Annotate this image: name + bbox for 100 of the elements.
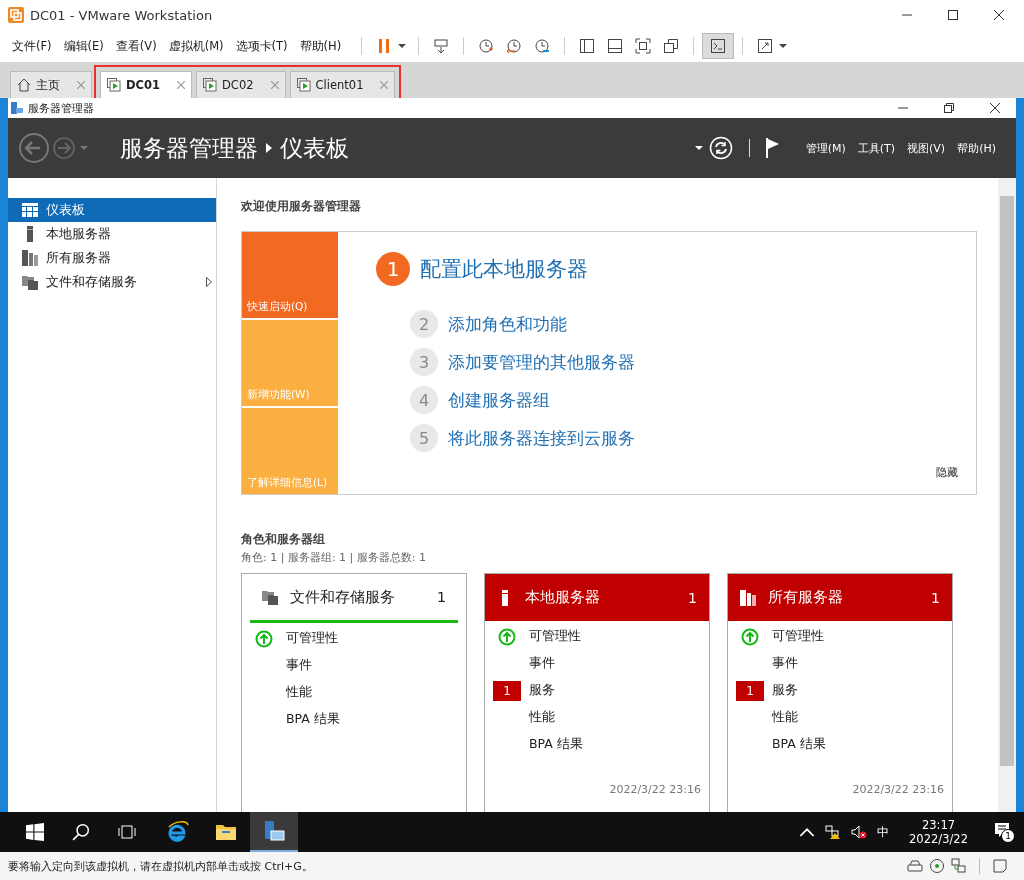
send-keys-icon[interactable] [433,38,450,54]
card-row-label[interactable]: BPA 结果 [529,736,583,753]
tab[interactable]: DC01 [100,71,192,98]
card-row-label[interactable]: 可管理性 [529,628,581,645]
disc-icon[interactable] [929,858,945,874]
caret-icon[interactable] [779,44,788,48]
step-link[interactable]: 创建服务器组 [448,388,550,412]
flag-icon[interactable] [765,138,780,158]
step-number: 4 [410,386,438,414]
card-row-label[interactable]: 服务 [529,682,555,699]
close-icon[interactable] [994,10,1004,20]
card-count: 1 [688,589,697,606]
sidebar-item[interactable]: 文件和存储服务 [8,270,216,294]
console-icon [710,38,727,54]
tab[interactable]: DC02 [196,71,286,98]
hide-link[interactable]: 隐藏 [936,465,958,480]
step-link[interactable]: 添加要管理的其他服务器 [448,350,635,374]
clock-date[interactable]: 2022/3/22 [909,832,968,846]
step-number: 5 [410,424,438,452]
breadcrumb-arrow-icon [266,143,272,153]
app-logo-icon [8,7,24,23]
card-row-label[interactable]: 可管理性 [286,630,338,647]
sidebar-item[interactable]: 仪表板 [8,198,216,222]
home-icon [17,78,31,92]
card-row-label[interactable]: BPA 结果 [772,736,826,753]
input-method-indicator[interactable]: 中 [877,823,890,841]
back-icon[interactable] [18,132,50,164]
card-count: 1 [437,589,446,605]
card-row-label[interactable]: 性能 [286,684,312,701]
clock-time[interactable]: 23:17 [921,818,956,832]
card-title[interactable]: 文件和存储服务 [290,587,395,607]
thumbnail-view-icon[interactable] [607,38,624,54]
task-view-icon[interactable] [118,823,136,841]
hard-disk-icon[interactable] [907,858,923,874]
role-card[interactable]: 所有服务器 1 可管理性 事件 1 服务 性能 BPA 结果 2022/3/22 23:16 [727,573,953,812]
menu-item[interactable]: 查看(V) [115,38,157,54]
caret-icon[interactable] [694,146,703,150]
menu-item[interactable]: 选项卡(T) [235,38,288,54]
card-row-label[interactable]: BPA 结果 [286,711,340,728]
role-card[interactable]: 本地服务器 1 可管理性 事件 1 服务 性能 BPA 结果 2022/3/22 23:16 [484,573,710,812]
card-title[interactable]: 本地服务器 [525,588,600,607]
card-row-label[interactable]: 性能 [772,709,798,726]
menu-item[interactable]: 虚拟机(M) [168,38,224,54]
sidebar-view-icon[interactable] [579,38,596,54]
alert-count-badge[interactable]: 1 [493,680,521,701]
sidebar-item[interactable]: 所有服务器 [8,246,216,270]
server-manager-icon [10,101,24,115]
network-warning-icon[interactable] [825,824,842,840]
search-icon[interactable] [72,823,90,841]
speaker-muted-icon[interactable] [851,824,868,840]
maximize-icon[interactable] [948,10,958,20]
sidebar-item[interactable]: 本地服务器 [8,222,216,246]
tab-label: 主页 [36,77,60,93]
card-row-label[interactable]: 服务 [772,682,798,699]
menu-item[interactable]: 视图(V) [907,140,946,156]
card-row-label[interactable]: 事件 [772,655,798,672]
stretch-icon[interactable] [757,38,774,54]
step-number: 3 [410,348,438,376]
server-manager-icon [262,819,286,843]
menu-item[interactable]: 帮助(H) [957,140,996,156]
tab[interactable]: 主页 [10,71,92,98]
card-row-label[interactable]: 性能 [529,709,555,726]
full-screen-icon[interactable] [635,38,652,54]
revert-snapshot-icon[interactable] [506,38,523,54]
message-icon[interactable] [992,858,1008,874]
scrollbar[interactable] [998,178,1016,812]
caret-icon[interactable] [398,44,407,48]
step-number: 2 [410,310,438,338]
servers-icon [22,250,38,266]
tab[interactable]: Client01 [289,71,396,98]
server-manager-taskbar-button[interactable] [250,812,298,852]
card-row-label[interactable]: 可管理性 [772,628,824,645]
expand-arrow-icon[interactable] [206,277,212,287]
card-row-label[interactable]: 事件 [286,657,312,674]
network-adapter-icon[interactable] [951,858,967,874]
step-link[interactable]: 配置此本地服务器 [420,255,588,283]
unity-icon[interactable] [663,38,680,54]
restore-icon[interactable] [944,103,954,113]
console-button[interactable] [702,33,735,59]
menu-item[interactable]: 编辑(E) [63,38,104,54]
folders-icon [262,589,278,605]
browser-icon[interactable] [166,820,190,844]
card-title[interactable]: 所有服务器 [768,588,843,607]
running-vm-icon [107,78,121,92]
refresh-icon[interactable] [708,136,733,160]
start-icon[interactable] [26,823,44,841]
snapshot-manager-icon[interactable] [534,38,551,54]
menu-item[interactable]: 管理(M) [805,140,846,156]
menu-item[interactable]: 工具(T) [857,140,896,156]
notification-count-badge: 1 [1001,829,1015,843]
close-icon[interactable] [990,103,1000,113]
step-link[interactable]: 添加角色和功能 [448,312,567,336]
menu-item[interactable]: 文件(F) [12,38,52,54]
alert-count-badge[interactable]: 1 [736,680,764,701]
role-card[interactable]: 文件和存储服务 1 可管理性 事件 性能 BPA 结果 [241,573,467,812]
snapshot-icon[interactable] [478,38,495,54]
step-link[interactable]: 将此服务器连接到云服务 [448,426,635,450]
menu-item[interactable]: 帮助(H) [299,38,342,54]
breadcrumb-item[interactable]: 服务器管理器 [120,132,258,164]
card-row-label[interactable]: 事件 [529,655,555,672]
